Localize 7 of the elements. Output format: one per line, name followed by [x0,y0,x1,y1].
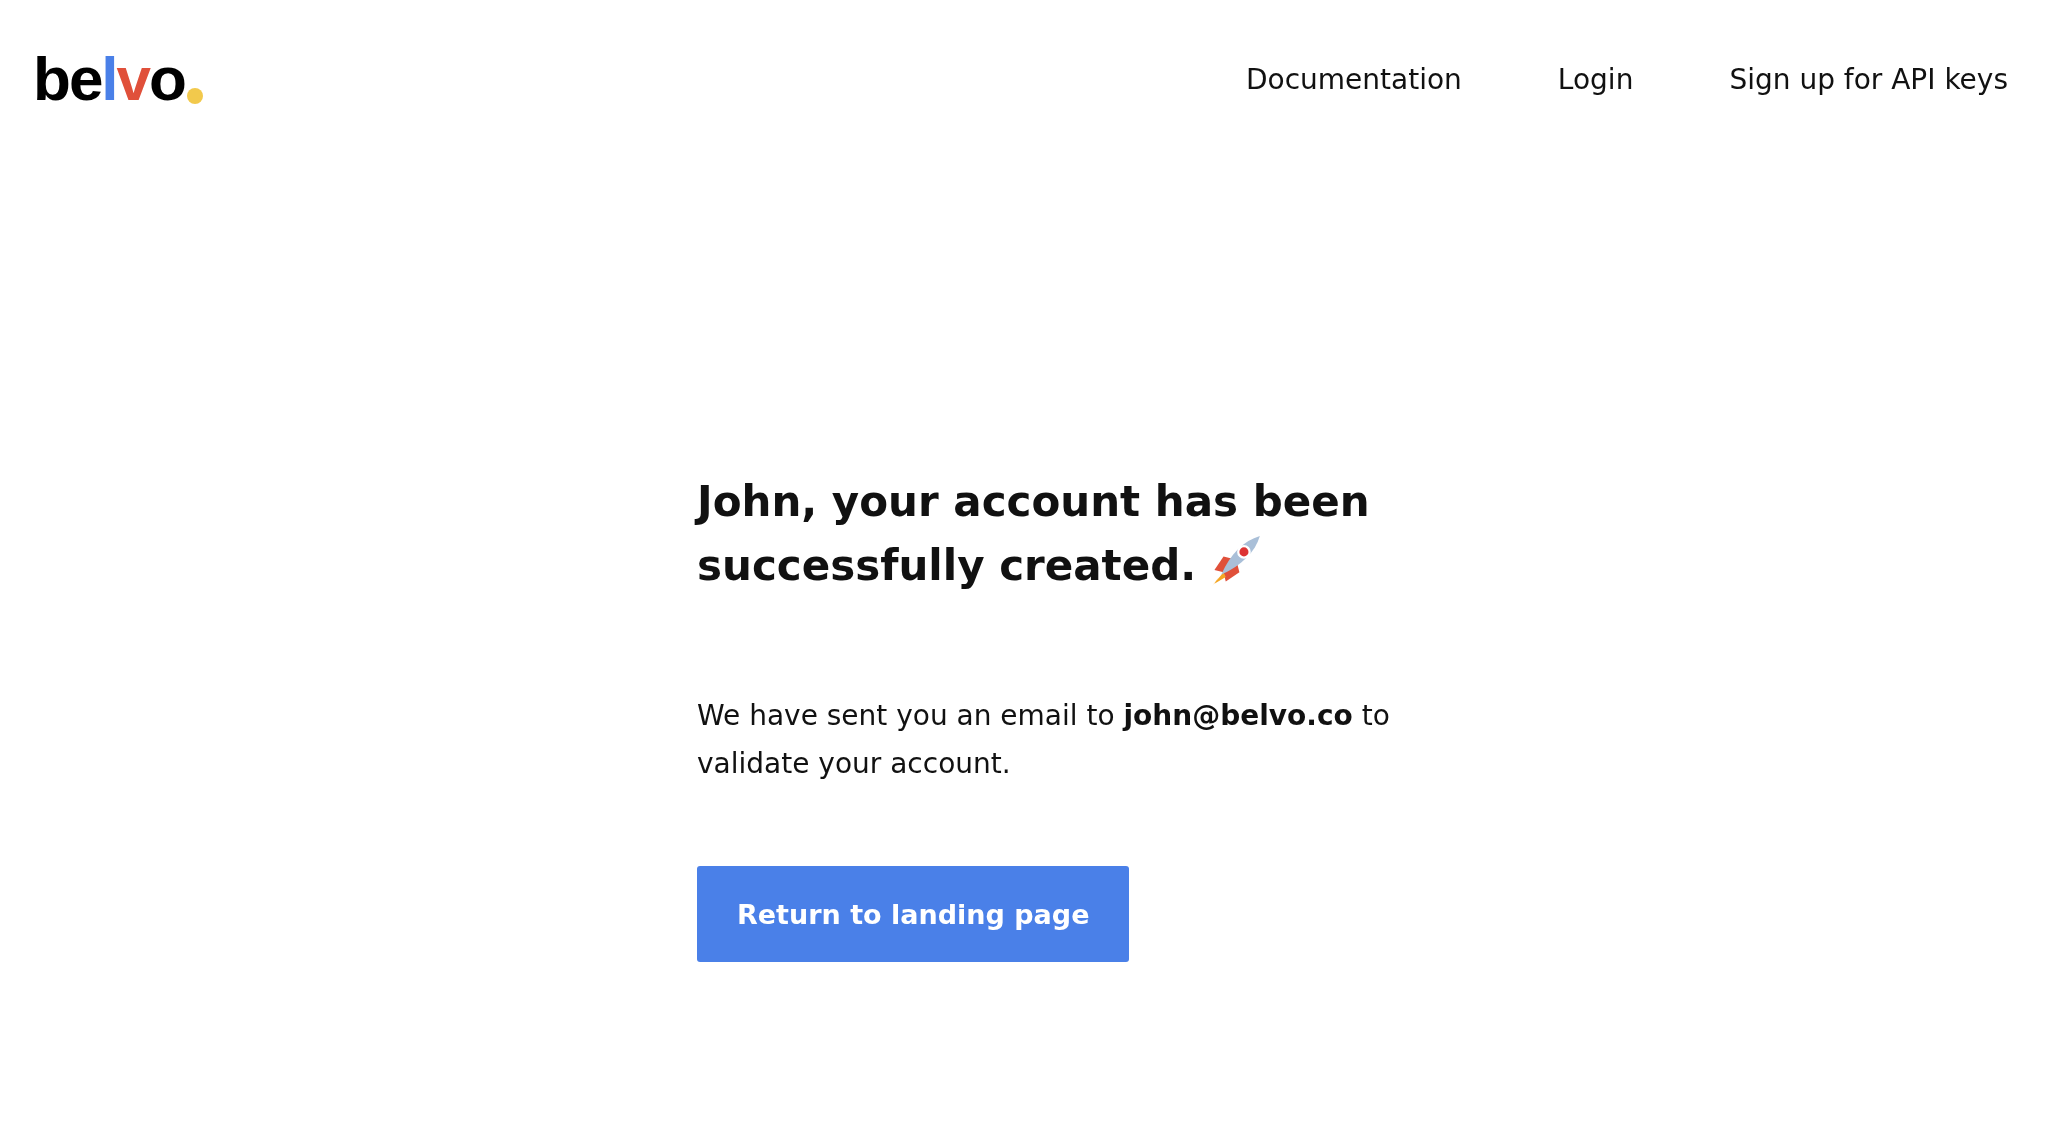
logo[interactable]: belvo [33,48,185,110]
rocket-icon [1210,536,1261,586]
return-button[interactable]: Return to landing page [697,866,1130,962]
message: We have sent you an email to john@belvo.co to validate your account. [697,698,1391,782]
nav-link[interactable]: Login [1557,62,1634,96]
nav-link[interactable]: Documentation [1246,62,1462,96]
nav-link[interactable]: Sign up for API keys [1729,62,2008,96]
